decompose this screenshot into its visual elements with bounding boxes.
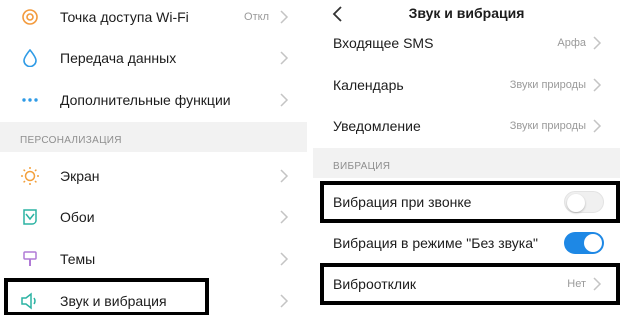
settings-item-label: Точка доступа Wi-Fi bbox=[60, 9, 189, 25]
sound-item-label: Календарь bbox=[333, 77, 404, 93]
chevron-right-icon bbox=[280, 51, 289, 65]
settings-item-wallpaper[interactable]: Обои bbox=[0, 197, 307, 237]
themes-brush-icon bbox=[18, 247, 42, 271]
settings-item-additional[interactable]: Дополнительные функции bbox=[0, 80, 307, 120]
hotspot-status-value: Откл bbox=[244, 11, 269, 23]
vibration-silent-row[interactable]: Вибрация в режиме "Без звука" bbox=[313, 223, 620, 263]
hotspot-icon bbox=[18, 5, 42, 29]
highlight-frame-sound-vibration bbox=[4, 278, 209, 315]
settings-item-themes[interactable]: Темы bbox=[0, 239, 307, 279]
highlight-frame-vibration-on-call bbox=[320, 181, 620, 223]
vibration-silent-toggle[interactable] bbox=[564, 232, 604, 254]
settings-item-label: Темы bbox=[60, 251, 96, 267]
vibration-item-label: Вибрация в режиме "Без звука" bbox=[333, 235, 538, 251]
sound-vibration-pane: Звук и вибрация Входящее SMS Арфа Календ… bbox=[313, 0, 620, 315]
sound-item-incoming-sms[interactable]: Входящее SMS Арфа bbox=[313, 23, 620, 63]
settings-item-label: Обои bbox=[60, 209, 95, 225]
sound-item-label: Уведомление bbox=[333, 118, 421, 134]
more-dots-icon bbox=[18, 88, 42, 112]
toggle-knob bbox=[584, 234, 602, 252]
data-drop-icon bbox=[18, 46, 42, 70]
chevron-right-icon bbox=[280, 210, 289, 224]
sound-item-calendar[interactable]: Календарь Звуки природы bbox=[313, 65, 620, 105]
sound-item-notification[interactable]: Уведомление Звуки природы bbox=[313, 106, 620, 146]
chevron-right-icon bbox=[280, 252, 289, 266]
sun-icon bbox=[18, 164, 42, 188]
sound-item-value: Звуки природы bbox=[509, 79, 586, 91]
settings-item-display[interactable]: Экран bbox=[0, 156, 307, 196]
section-header-vibration: ВИБРАЦИЯ bbox=[313, 148, 620, 178]
sound-item-value: Арфа bbox=[557, 37, 586, 49]
settings-list-pane: Точка доступа Wi-Fi Откл Передача данных… bbox=[0, 0, 307, 315]
settings-item-label: Передача данных bbox=[60, 50, 177, 66]
section-label: ВИБРАЦИЯ bbox=[333, 161, 391, 172]
wallpaper-icon bbox=[18, 205, 42, 229]
settings-item-data-usage[interactable]: Передача данных bbox=[0, 38, 307, 78]
section-label: ПЕРСОНАЛИЗАЦИЯ bbox=[20, 135, 122, 146]
chevron-right-icon bbox=[280, 294, 289, 308]
section-header-personalization: ПЕРСОНАЛИЗАЦИЯ bbox=[0, 122, 307, 152]
chevron-right-icon bbox=[280, 10, 289, 24]
sound-item-label: Входящее SMS bbox=[333, 35, 434, 51]
settings-item-label: Экран bbox=[60, 168, 100, 184]
settings-item-label: Дополнительные функции bbox=[60, 92, 231, 108]
settings-item-wifi-hotspot[interactable]: Точка доступа Wi-Fi Откл bbox=[0, 0, 307, 37]
page-title: Звук и вибрация bbox=[408, 5, 525, 21]
chevron-right-icon bbox=[280, 169, 289, 183]
highlight-frame-haptic bbox=[320, 263, 620, 305]
chevron-right-icon bbox=[593, 78, 602, 92]
chevron-right-icon bbox=[593, 119, 602, 133]
chevron-right-icon bbox=[280, 93, 289, 107]
sound-item-value: Звуки природы bbox=[509, 120, 586, 132]
chevron-right-icon bbox=[593, 36, 602, 50]
